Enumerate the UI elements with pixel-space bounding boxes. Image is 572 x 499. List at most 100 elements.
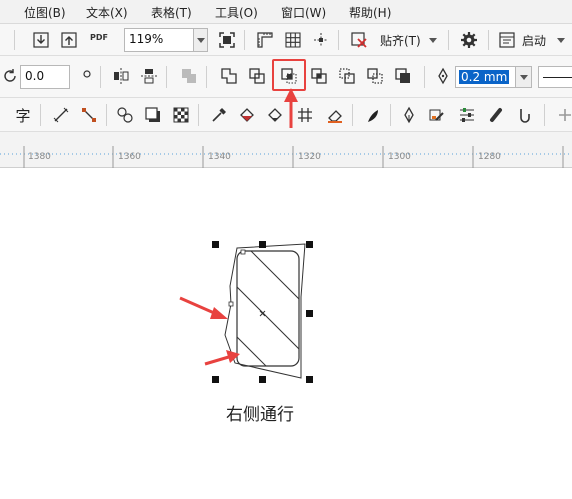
property-bar: 0.0 0.2 mm xyxy=(0,56,572,98)
zoom-dropdown-button[interactable] xyxy=(194,28,208,52)
toolbar-divider xyxy=(352,104,353,126)
hashtag-icon xyxy=(298,108,312,122)
text-tool-button[interactable]: 字 xyxy=(12,104,34,126)
eraser-tool-button[interactable] xyxy=(324,104,346,126)
menu-table[interactable]: 表格(T) xyxy=(151,4,192,21)
show-rulers-button[interactable] xyxy=(254,29,276,51)
parallel-dimension-button[interactable] xyxy=(50,104,72,126)
gear-icon xyxy=(461,32,477,48)
eyedropper-icon xyxy=(212,108,226,122)
menu-bitmap[interactable]: 位图(B) xyxy=(24,4,66,21)
options-button[interactable] xyxy=(458,29,480,51)
export-button[interactable] xyxy=(58,29,80,51)
menu-bar: 位图(B) 文本(X) 表格(T) 工具(O) 窗口(W) 帮助(H) xyxy=(0,0,572,24)
mirror-vertical-button[interactable] xyxy=(138,65,160,87)
front-minus-back-icon xyxy=(339,68,355,84)
toolbar-divider xyxy=(40,104,41,126)
object-properties-button[interactable] xyxy=(456,104,478,126)
toolbar-divider xyxy=(14,30,15,50)
menu-window[interactable]: 窗口(W) xyxy=(281,4,326,21)
menu-help[interactable]: 帮助(H) xyxy=(349,4,391,21)
toolbar-divider xyxy=(390,104,391,126)
snap-off-button[interactable] xyxy=(348,29,370,51)
drop-shadow-icon xyxy=(145,107,160,122)
ruler-ticks xyxy=(0,146,572,168)
ruler-icon xyxy=(257,32,273,48)
transparency-button[interactable] xyxy=(170,104,192,126)
launcher-icon xyxy=(499,32,515,48)
pdf-icon: PDF xyxy=(90,32,108,42)
chevron-down-icon xyxy=(429,37,437,43)
drawing-canvas[interactable] xyxy=(0,168,572,499)
line-style-selector[interactable] xyxy=(538,66,572,88)
weld-icon xyxy=(221,68,237,84)
chevron-down-icon xyxy=(519,74,528,80)
trim-button[interactable] xyxy=(246,65,268,87)
rubber-band-button[interactable] xyxy=(486,104,508,126)
boundary-icon xyxy=(395,68,410,83)
show-guidelines-button[interactable] xyxy=(310,29,332,51)
blend-icon xyxy=(117,107,133,123)
toolbar-divider xyxy=(206,66,207,88)
app-launcher-dropdown[interactable] xyxy=(554,29,568,51)
curve-tool-button[interactable] xyxy=(514,104,536,126)
toolbar-divider xyxy=(100,66,101,88)
back-minus-front-button[interactable] xyxy=(364,65,386,87)
drop-shadow-button[interactable] xyxy=(142,104,164,126)
create-boundary-button[interactable] xyxy=(392,65,414,87)
intersect-icon xyxy=(311,68,327,84)
connector-tool-button[interactable] xyxy=(78,104,100,126)
capsule-icon xyxy=(490,108,502,122)
trim-icon xyxy=(249,68,265,84)
table-tool-button[interactable] xyxy=(294,104,316,126)
ruler-label: 1340 xyxy=(208,152,231,162)
toolbar-divider xyxy=(106,104,107,126)
guidelines-icon xyxy=(314,33,328,47)
combine-button[interactable] xyxy=(178,65,200,87)
full-screen-preview-button[interactable] xyxy=(216,29,238,51)
mirror-horizontal-button[interactable] xyxy=(110,65,132,87)
horizontal-ruler[interactable]: 1380 1360 1340 1320 1300 1280 xyxy=(0,132,572,168)
app-launcher-button[interactable] xyxy=(496,29,518,51)
outline-width-dropdown[interactable] xyxy=(516,66,532,88)
zoom-level-field[interactable]: 119% xyxy=(124,28,194,52)
canvas-caption: 右侧通行 xyxy=(226,405,294,425)
outline-pen-button[interactable] xyxy=(398,104,420,126)
snap-off-icon xyxy=(351,32,367,48)
snap-to-label[interactable]: 贴齐(T) xyxy=(380,32,421,49)
show-grid-button[interactable] xyxy=(282,29,304,51)
connector-icon xyxy=(82,108,96,122)
outline-width-field[interactable]: 0.2 mm xyxy=(455,66,516,88)
ruler-label: 1320 xyxy=(298,152,321,162)
text-tool-icon: 字 xyxy=(15,106,31,125)
grid-icon xyxy=(285,32,301,48)
blend-tool-button[interactable] xyxy=(114,104,136,126)
edit-fill-icon xyxy=(429,109,444,121)
weld-button[interactable] xyxy=(218,65,240,87)
publish-pdf-button[interactable]: PDF xyxy=(86,29,112,51)
back-minus-front-icon xyxy=(367,68,383,84)
outline-pen-icon-wrap xyxy=(432,65,454,87)
color-eyedropper-button[interactable] xyxy=(208,104,230,126)
smart-fill-icon xyxy=(268,108,282,122)
edit-fill-button[interactable] xyxy=(426,104,448,126)
menu-tools[interactable]: 工具(O) xyxy=(215,4,258,21)
toolbar-divider xyxy=(166,66,167,88)
dimension-icon xyxy=(53,107,69,123)
standard-toolbar: PDF 119% 贴齐(T) 启动 xyxy=(0,24,572,56)
eraser-icon xyxy=(328,110,342,123)
app-launcher-label[interactable]: 启动 xyxy=(522,32,546,49)
snap-to-dropdown[interactable] xyxy=(426,29,440,51)
degree-label xyxy=(76,65,98,87)
intersect-button[interactable] xyxy=(308,65,330,87)
brush-stroke-icon xyxy=(368,110,378,122)
ruler-label: 1360 xyxy=(118,152,141,162)
artistic-media-button[interactable] xyxy=(362,104,384,126)
import-button[interactable] xyxy=(30,29,52,51)
interactive-fill-button[interactable] xyxy=(236,104,258,126)
rotation-angle-field[interactable]: 0.0 xyxy=(20,65,70,89)
quick-customize-button[interactable] xyxy=(554,104,572,126)
menu-text[interactable]: 文本(X) xyxy=(86,4,128,21)
front-minus-back-button[interactable] xyxy=(336,65,358,87)
smart-fill-button[interactable] xyxy=(264,104,286,126)
